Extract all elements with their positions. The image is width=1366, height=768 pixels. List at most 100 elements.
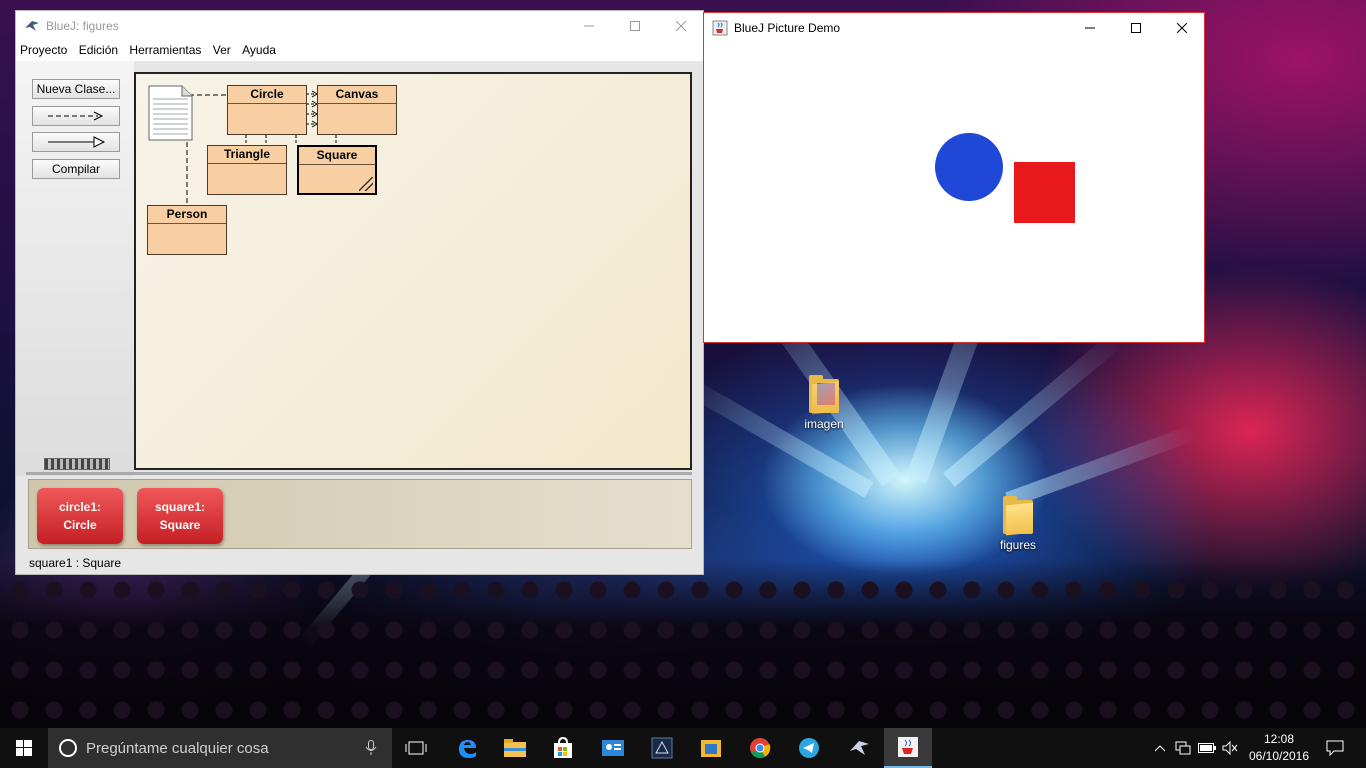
folder-icon [1003, 496, 1033, 536]
search-box[interactable]: Pregúntame cualquier cosa [48, 728, 392, 768]
unity-icon [651, 737, 673, 759]
file-explorer-icon [504, 739, 526, 757]
red-square-shape [1014, 162, 1075, 223]
task-view-icon [405, 741, 427, 755]
menu-ayuda[interactable]: Ayuda [238, 41, 280, 59]
bluej-window: BlueJ: figures Proyecto Edición Herramie… [15, 10, 704, 575]
class-name: Triangle [208, 146, 286, 164]
java-cup-icon [712, 20, 728, 36]
menu-proyecto[interactable]: Proyecto [16, 41, 71, 59]
class-name: Square [299, 147, 375, 165]
dashed-arrow-icon [48, 111, 104, 121]
desktop-icon-figures[interactable]: figures [978, 496, 1058, 552]
clock-time: 12:08 [1263, 732, 1295, 746]
taskbar-telegram[interactable] [785, 728, 833, 768]
task-view-button[interactable] [392, 728, 440, 768]
tray-network[interactable] [1171, 728, 1195, 768]
desktop-icon-label: figures [999, 538, 1037, 552]
minimize-icon [584, 25, 594, 27]
class-triangle[interactable]: Triangle [207, 145, 287, 195]
menu-ver[interactable]: Ver [209, 41, 235, 59]
compile-button[interactable]: Compilar [32, 159, 120, 179]
taskbar-store[interactable] [539, 728, 587, 768]
edge-icon [459, 740, 476, 758]
clock-date: 06/10/2016 [1248, 749, 1310, 763]
taskbar-edge[interactable] [443, 728, 491, 768]
dependency-arrow-button[interactable] [32, 106, 120, 126]
maximize-button[interactable] [612, 11, 658, 41]
desktop-icon-label: imagen [804, 417, 844, 431]
title-bar[interactable]: BlueJ: figures [16, 11, 703, 41]
pane-divider[interactable] [26, 472, 692, 475]
object-name: square1: [154, 500, 206, 514]
search-placeholder: Pregúntame cualquier cosa [86, 739, 269, 757]
class-person[interactable]: Person [147, 205, 227, 255]
clock[interactable]: 12:08 06/10/2016 [1244, 731, 1314, 765]
class-square[interactable]: Square [297, 145, 377, 195]
minimize-button[interactable] [1067, 13, 1113, 43]
inheritance-arrow-button[interactable] [32, 132, 120, 152]
bluej-bird-icon [25, 21, 39, 31]
window-title: BlueJ Picture Demo [734, 21, 841, 35]
notification-icon [1326, 740, 1344, 756]
class-diagram[interactable]: Circle Canvas Triangle Square Person [134, 72, 692, 470]
taskbar-unity[interactable] [638, 728, 686, 768]
close-icon [1177, 23, 1187, 33]
status-bar: square1 : Square [29, 556, 122, 570]
class-canvas[interactable]: Canvas [317, 85, 397, 135]
object-square1[interactable]: square1: Square [137, 488, 223, 544]
folder-icon [809, 375, 839, 415]
battery-icon [1198, 743, 1216, 753]
windows-logo-icon [16, 740, 32, 756]
class-name: Person [148, 206, 226, 224]
tool-panel: Nueva Clase... Compilar [16, 61, 134, 476]
title-bar[interactable]: BlueJ Picture Demo [704, 13, 1204, 43]
blue-circle-shape [935, 133, 1003, 201]
bluej-bird-icon [850, 741, 869, 755]
uncompiled-hatch [359, 177, 373, 191]
activity-indicator [44, 458, 110, 470]
taskbar-folder-app[interactable] [687, 728, 735, 768]
tray-battery[interactable] [1195, 728, 1219, 768]
taskbar-contacts[interactable] [589, 728, 637, 768]
chrome-icon [750, 738, 771, 759]
desktop-icon-imagen[interactable]: imagen [784, 375, 864, 431]
close-button[interactable] [658, 11, 704, 41]
object-bench: circle1: Circle square1: Square [28, 479, 692, 549]
object-name: circle1: [58, 500, 102, 514]
cortana-circle-icon [59, 739, 77, 757]
taskbar-file-explorer[interactable] [491, 728, 539, 768]
maximize-icon [1131, 23, 1141, 33]
class-name: Canvas [318, 86, 396, 104]
close-button[interactable] [1159, 13, 1205, 43]
taskbar: Pregúntame cualquier cosa 12:08 06/10/20… [0, 728, 1366, 768]
maximize-button[interactable] [1113, 13, 1159, 43]
taskbar-chrome[interactable] [736, 728, 784, 768]
telegram-icon [799, 738, 819, 758]
yellow-folder-icon [701, 740, 721, 757]
java-cup-icon [898, 737, 918, 757]
start-button[interactable] [0, 728, 48, 768]
network-icon [1175, 741, 1191, 755]
minimize-icon [1085, 27, 1095, 29]
action-center-button[interactable] [1320, 728, 1350, 768]
menu-bar: Proyecto Edición Herramientas Ver Ayuda [16, 41, 703, 61]
chevron-up-icon [1154, 745, 1166, 752]
window-title: BlueJ: figures [46, 19, 119, 33]
menu-edicion[interactable]: Edición [75, 41, 122, 59]
taskbar-java[interactable] [884, 728, 932, 768]
diagram-connectors [181, 90, 337, 204]
taskbar-bluej[interactable] [835, 728, 883, 768]
object-type: Circle [63, 518, 97, 532]
class-name: Circle [228, 86, 306, 104]
contacts-card-icon [602, 740, 624, 756]
menu-herramientas[interactable]: Herramientas [125, 41, 205, 59]
object-circle1[interactable]: circle1: Circle [37, 488, 123, 544]
tray-volume-muted[interactable] [1218, 728, 1242, 768]
readme-document-icon[interactable] [148, 85, 194, 141]
new-class-button[interactable]: Nueva Clase... [32, 79, 120, 99]
show-hidden-icons-button[interactable] [1148, 728, 1172, 768]
minimize-button[interactable] [566, 11, 612, 41]
microphone-icon[interactable] [365, 740, 377, 756]
class-circle[interactable]: Circle [227, 85, 307, 135]
